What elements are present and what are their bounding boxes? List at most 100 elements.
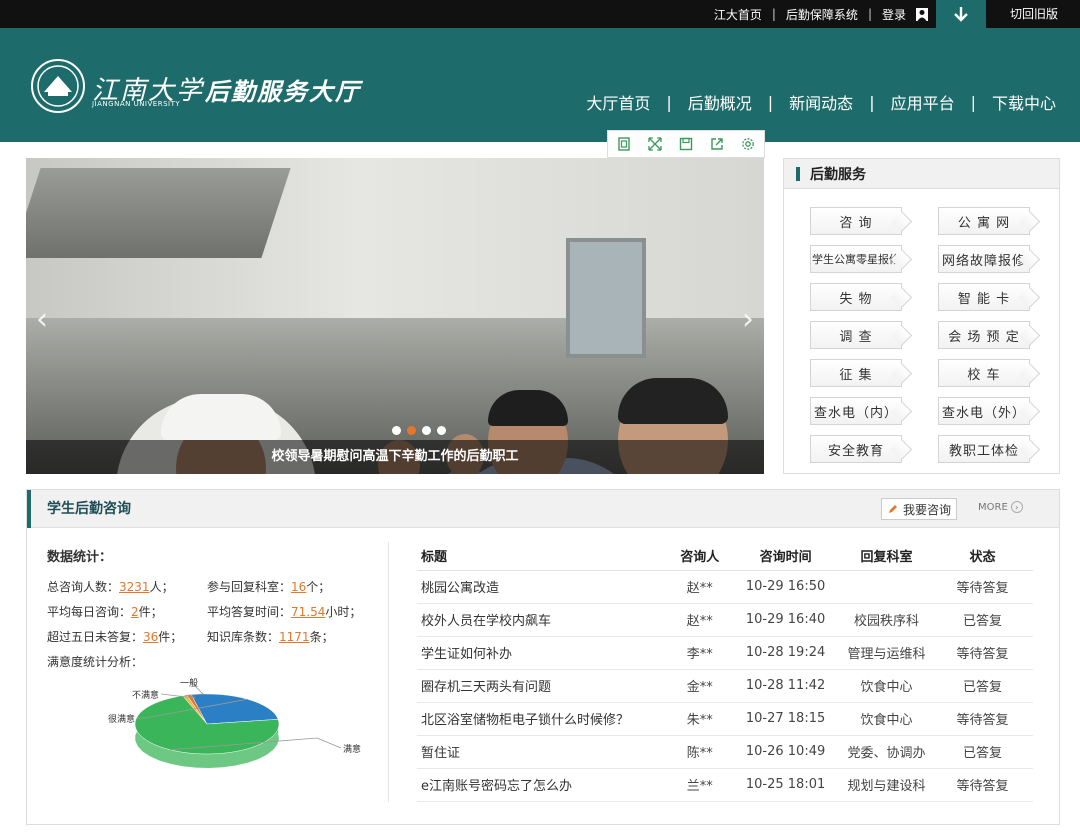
download-arrow-icon [954, 7, 968, 22]
pie-slice [190, 693, 279, 725]
nav-item-hall-home[interactable]: 大厅首页 [586, 90, 650, 114]
nav-item-news[interactable]: 新闻动态 [789, 90, 853, 114]
service-staff-checkup-button[interactable]: 教职工体检 [938, 435, 1030, 463]
chevron-right-icon: › [1010, 501, 1023, 513]
cell-asker: 赵** [669, 570, 731, 604]
cell-title[interactable]: e江南账号密码忘了怎么办 [417, 768, 670, 802]
cell-title[interactable]: 圈存机三天两头有问题 [417, 669, 670, 703]
nav-separator: | [666, 92, 672, 112]
banner-photo-chef-cap [161, 394, 281, 440]
table-row[interactable]: 桃园公寓改造 赵** 10-29 16:50 等待答复 [417, 570, 1033, 604]
copy-icon[interactable] [616, 136, 632, 152]
consult-title: 学生后勤咨询 [47, 501, 131, 517]
consult-header: 学生后勤咨询 我要咨询 MORE › [27, 490, 1059, 528]
section-marker [27, 490, 31, 528]
stat-knowledge-base: 知识库条数：1171条； [207, 625, 334, 650]
university-seal-icon[interactable] [30, 58, 86, 114]
separator: | [771, 7, 776, 21]
share-icon[interactable] [709, 136, 725, 152]
carousel-dot[interactable] [422, 426, 431, 435]
cell-title[interactable]: 学生证如何补办 [417, 636, 670, 670]
stats-title: 数据统计： [47, 550, 113, 565]
fullscreen-icon[interactable] [647, 136, 663, 152]
column-header-asker: 咨询人 [669, 542, 731, 571]
banner-caption[interactable]: 校领导暑期慰问高温下辛勤工作的后勤职工 [26, 440, 764, 474]
settings-gear-icon[interactable] [740, 136, 756, 152]
stat-value[interactable]: 2 [131, 605, 139, 619]
nav-separator: | [767, 92, 774, 112]
nav-item-apps[interactable]: 应用平台 [891, 90, 955, 114]
divider [388, 542, 389, 802]
carousel-dot[interactable] [392, 426, 401, 435]
nav-item-overview[interactable]: 后勤概况 [688, 90, 752, 114]
cell-title[interactable]: 北区浴室储物柜电子锁什么时候修？ [417, 702, 670, 736]
table-row[interactable]: 圈存机三天两头有问题 金** 10-28 11:42 饮食中心 已答复 [417, 669, 1033, 703]
stat-label: 总咨询人数： [47, 580, 120, 594]
table-row[interactable]: e江南账号密码忘了怎么办 兰** 10-25 18:01 规划与建设科 等待答复 [417, 768, 1033, 802]
stat-value[interactable]: 71.54 [291, 605, 325, 619]
top-link-logistics-system[interactable]: 后勤保障系统 [778, 6, 866, 23]
table-row[interactable]: 北区浴室储物柜电子锁什么时候修？ 朱** 10-27 18:15 饮食中心 等待… [417, 702, 1033, 736]
cell-status: 等待答复 [931, 636, 1033, 670]
stat-value[interactable]: 36 [143, 630, 158, 644]
cell-title[interactable]: 暂住证 [417, 735, 670, 769]
user-icon[interactable] [916, 7, 928, 21]
nav-separator: | [869, 92, 875, 112]
stat-daily: 平均每日咨询：2件； [47, 600, 207, 625]
top-link-home[interactable]: 江大首页 [706, 6, 770, 23]
ask-question-button[interactable]: 我要咨询 [881, 498, 957, 520]
download-button[interactable] [936, 0, 986, 28]
banner-carousel[interactable]: ‹ › 校领导暑期慰问高温下辛勤工作的后勤职工 [26, 158, 764, 474]
stat-value[interactable]: 3231 [119, 580, 150, 594]
service-apartment-button[interactable]: 公 寓 网 [938, 207, 1030, 235]
service-safety-education-button[interactable]: 安全教育 [810, 435, 902, 463]
stat-unit: 人； [149, 580, 174, 594]
cell-time: 10-25 18:01 [730, 768, 842, 802]
service-collect-button[interactable]: 征 集 [810, 359, 902, 387]
more-link[interactable]: MORE › [978, 501, 1023, 513]
stat-unit: 件； [138, 605, 163, 619]
carousel-next-arrow-icon[interactable]: › [742, 302, 754, 337]
top-links: 江大首页 | 后勤保障系统 | 登录 [706, 0, 928, 28]
old-version-link[interactable]: 切回旧版 [1010, 0, 1058, 28]
table-row[interactable]: 校外人员在学校内飙车 赵** 10-29 16:40 校园秩序科 已答复 [417, 603, 1033, 637]
table-row[interactable]: 学生证如何补办 李** 10-28 19:24 管理与运维科 等待答复 [417, 636, 1033, 670]
cell-title[interactable]: 桃园公寓改造 [417, 570, 670, 604]
column-header-time: 咨询时间 [730, 542, 842, 571]
service-utility-external-button[interactable]: 查水电（外） [938, 397, 1030, 425]
stat-label: 平均每日咨询： [47, 605, 132, 619]
top-link-login[interactable]: 登录 [874, 6, 914, 23]
carousel-dot-active[interactable] [407, 426, 416, 435]
service-dorm-repair-button[interactable]: 学生公寓零星报修 [810, 245, 902, 273]
cell-time: 10-27 18:15 [730, 702, 842, 736]
carousel-prev-arrow-icon[interactable]: ‹ [36, 302, 48, 337]
service-survey-button[interactable]: 调 查 [810, 321, 902, 349]
carousel-dot[interactable] [437, 426, 446, 435]
cell-asker: 兰** [669, 768, 731, 802]
banner-photo-hood [26, 168, 291, 258]
table-row[interactable]: 暂住证 陈** 10-26 10:49 党委、协调办 已答复 [417, 735, 1033, 769]
consult-table: 标题 咨询人 咨询时间 回复科室 状态 桃园公寓改造 赵** 10-29 16:… [417, 542, 1033, 802]
stat-value[interactable]: 16 [291, 580, 306, 594]
service-utility-internal-button[interactable]: 查水电（内） [810, 397, 902, 425]
cell-title[interactable]: 校外人员在学校内飙车 [417, 603, 670, 637]
column-header-dept: 回复科室 [841, 542, 932, 571]
service-shuttle-bus-button[interactable]: 校 车 [938, 359, 1030, 387]
cell-dept: 校园秩序科 [841, 603, 932, 637]
service-venue-booking-button[interactable]: 会 场 预 定 [938, 321, 1030, 349]
pie-label: 不满意 [132, 689, 159, 701]
save-icon[interactable] [678, 136, 694, 152]
stat-total: 总咨询人数：3231人； [47, 575, 207, 600]
stat-value[interactable]: 1171 [279, 630, 310, 644]
service-smart-card-button[interactable]: 智 能 卡 [938, 283, 1030, 311]
service-consult-button[interactable]: 咨 询 [810, 207, 902, 235]
stat-unit: 条； [309, 630, 334, 644]
more-label: MORE [978, 501, 1008, 513]
cell-asker: 李** [669, 636, 731, 670]
service-network-repair-button[interactable]: 网络故障报修 [938, 245, 1030, 273]
nav-item-downloads[interactable]: 下载中心 [992, 90, 1056, 114]
main-nav: 大厅首页 | 后勤概况 | 新闻动态 | 应用平台 | 下载中心 [586, 90, 1056, 114]
service-lost-found-button[interactable]: 失 物 [810, 283, 902, 311]
cell-time: 10-26 10:49 [730, 735, 842, 769]
site-header: 江南大学 JIANGNAN UNIVERSITY 后勤服务大厅 大厅首页 | 后… [0, 28, 1080, 142]
